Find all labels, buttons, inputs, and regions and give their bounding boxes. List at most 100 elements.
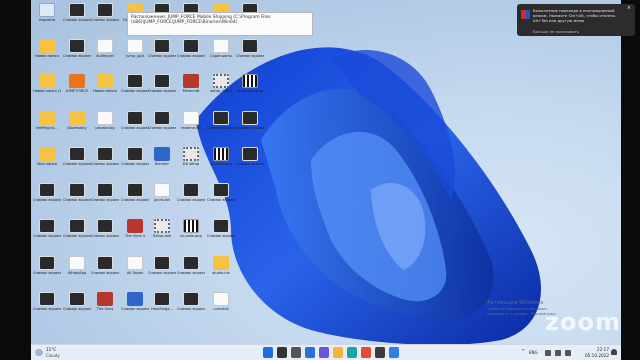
desktop-icon-label: tekPaypro... <box>36 126 58 130</box>
desktop-icon[interactable]: JUMP FORCE <box>63 74 91 110</box>
language-indicator[interactable]: ENG <box>529 350 538 355</box>
desktop-icon[interactable]: Снимок экрана 2022... <box>63 147 91 183</box>
desktop-icon[interactable]: Снимок экрана 2022... <box>63 3 91 39</box>
desktop-icon[interactable]: Doomsday <box>63 111 91 147</box>
desktop-icon[interactable]: Снимок экрана 2022... <box>91 219 119 255</box>
desktop-icon[interactable]: Снимок экрана 2022... <box>121 292 149 328</box>
desktop-icon[interactable]: Снимок экрана 2022... <box>91 3 119 39</box>
desktop-icon[interactable]: Снимок экрана 2022... <box>91 183 119 219</box>
desktop-icon[interactable]: Снимок экрана 2022... <box>121 183 149 219</box>
desktop-icon-label: Новая папка (2) <box>33 89 61 93</box>
desktop-icon[interactable]: Снимок экрана 2022... <box>207 183 235 219</box>
desktop-icon[interactable]: Снимок экрана 2022... <box>63 39 91 75</box>
desktop-icon-label: dudley.txt <box>96 54 114 58</box>
desktop-icon[interactable]: Minecraft <box>177 74 205 110</box>
dont-show-again-link[interactable]: Больше не показывать <box>533 29 579 34</box>
store-icon[interactable] <box>375 347 385 358</box>
chrome-icon[interactable] <box>361 347 371 358</box>
battery-icon[interactable] <box>565 350 571 356</box>
desktop-icon[interactable]: Снимок экрана 2022... <box>121 111 149 147</box>
desktop-icon[interactable]: Снимок экрана 2022... <box>148 256 176 292</box>
shot-icon <box>69 292 85 306</box>
desktop-icon[interactable]: HeroForge... <box>148 292 176 328</box>
desktop-icon[interactable]: Снимок экрана 2022... <box>33 256 61 292</box>
taskview-icon[interactable] <box>291 347 301 358</box>
desktop-icon-label: Снимок экрана 2022... <box>177 54 205 58</box>
notification-bell-icon[interactable] <box>611 349 617 355</box>
desktop-icon[interactable]: Моя папка <box>33 147 61 183</box>
desktop-icon[interactable]: Снимок экрана 2022... <box>33 219 61 255</box>
desktop-icon[interactable]: Снимок экрана 2022... <box>177 292 205 328</box>
gear-icon <box>154 219 170 233</box>
volume-icon[interactable] <box>555 350 561 356</box>
edge-icon[interactable] <box>347 347 357 358</box>
desktop-icon[interactable]: Снимок экрана 2022... <box>236 111 264 147</box>
desktop-icon[interactable]: Снимок экрана 2022... <box>63 219 91 255</box>
widgets-icon[interactable] <box>305 347 315 358</box>
desktop-icon[interactable]: Снимок экрана 2022... <box>121 74 149 110</box>
desktop-icon[interactable]: Новая папка <box>33 39 61 75</box>
desktop-icon[interactable]: Снимок экрана 2022... <box>63 292 91 328</box>
desktop-icon[interactable]: uninstall <box>207 292 235 328</box>
desktop-icon[interactable]: Корзина <box>33 3 61 39</box>
desktop-icon[interactable]: qr-qrmark.png <box>236 74 264 110</box>
desktop[interactable]: Корзина Новая папка Новая папка (2) tekPayp… <box>31 0 621 344</box>
desktop-icon-label: Blender <box>155 162 169 166</box>
weather-widget[interactable]: 11°C Cloudy <box>35 346 75 360</box>
wifi-icon[interactable] <box>545 350 551 356</box>
desktop-icon-label: Setup.exe <box>153 234 171 238</box>
desktop-icon[interactable]: DX setup <box>177 147 205 183</box>
desktop-icon[interactable]: Снимок экрана 2022... <box>121 147 149 183</box>
desktop-icon[interactable]: Новая папка <box>91 74 119 110</box>
desktop-icon[interactable]: Снимок экрана 2022... <box>63 183 91 219</box>
desktop-icon[interactable]: Снимок экрана 2022... <box>33 292 61 328</box>
desktop-icon[interactable]: Снимок экрана 2022... <box>177 39 205 75</box>
desktop-icon[interactable]: All Saves <box>121 256 149 292</box>
start-icon[interactable] <box>263 347 273 358</box>
desktop-icon-label: Снимок экрана 2022... <box>207 198 235 202</box>
desktop-icon[interactable]: Снимок экрана 2022... <box>207 111 235 147</box>
close-icon[interactable]: × <box>627 6 631 11</box>
fullscreen-notification[interactable]: Выполнение перехода в полноэкранный режи… <box>517 4 635 36</box>
desktop-icon[interactable]: Setup.exe <box>148 219 176 255</box>
red-icon <box>183 74 199 88</box>
clock[interactable]: 22:17 05.10.2022 <box>585 347 609 358</box>
desktop-icon-label: WhatsApp <box>67 271 87 275</box>
weather-temp: 11°C <box>46 347 57 352</box>
desktop-icon[interactable]: Снимок экрана 2022... <box>91 256 119 292</box>
desktop-icon[interactable]: Снимок экрана 2022... <box>236 39 264 75</box>
desktop-icon[interactable]: qr-code.png <box>207 147 235 183</box>
desktop-icon[interactable]: Снимок экрана 2022... <box>236 147 264 183</box>
desktop-icon-label: Снимок экрана 2022... <box>148 126 176 130</box>
desktop-icon[interactable]: jarvis.txt <box>148 183 176 219</box>
desktop-icon[interactable]: studio.lnk <box>207 256 235 292</box>
desktop-icon[interactable]: Снимок экрана 2022... <box>148 39 176 75</box>
chat-icon[interactable] <box>319 347 329 358</box>
desktop-icon[interactable]: dudley.txt <box>91 39 119 75</box>
desktop-icon[interactable]: qr-code.png <box>177 219 205 255</box>
desktop-icon[interactable]: Новая папка (2) <box>33 74 61 110</box>
desktop-icon[interactable]: Снимок экрана 2022... <box>207 219 235 255</box>
desktop-icon[interactable]: private.log <box>91 111 119 147</box>
desktop-icon[interactable]: jump_upd <box>121 39 149 75</box>
desktop-icon[interactable]: Blender <box>148 147 176 183</box>
desktop-icon[interactable]: Снимок экрана 2022... <box>33 183 61 219</box>
explorer-icon[interactable] <box>333 347 343 358</box>
shot-icon <box>69 219 85 233</box>
desktop-icon[interactable]: Снимок экрана 2022... <box>177 256 205 292</box>
desktop-icon[interactable]: The Sims <box>91 292 119 328</box>
desktop-icon[interactable]: The Sims 4 <box>121 219 149 255</box>
desktop-icon[interactable]: setup_crack <box>207 74 235 110</box>
app-icon[interactable] <box>389 347 399 358</box>
search-icon[interactable] <box>277 347 287 358</box>
desktop-icon[interactable]: Снимок экрана 2022... <box>177 183 205 219</box>
desktop-icon[interactable]: Скриншоты <box>207 39 235 75</box>
desktop-icon[interactable]: readme.txt <box>177 111 205 147</box>
location-tooltip: Расположение: JUMP_FORCE Mobile Shipping… <box>127 12 313 36</box>
desktop-icon[interactable]: Снимок экрана 2022... <box>91 147 119 183</box>
desktop-icon[interactable]: WhatsApp <box>63 256 91 292</box>
desktop-icon[interactable]: Снимок экрана 2022... <box>148 111 176 147</box>
desktop-icon[interactable]: tekPaypro... <box>33 111 61 147</box>
desktop-icon[interactable]: Снимок экрана 2022... <box>148 74 176 110</box>
tray-chevron-up-icon[interactable]: ^ <box>521 349 525 355</box>
